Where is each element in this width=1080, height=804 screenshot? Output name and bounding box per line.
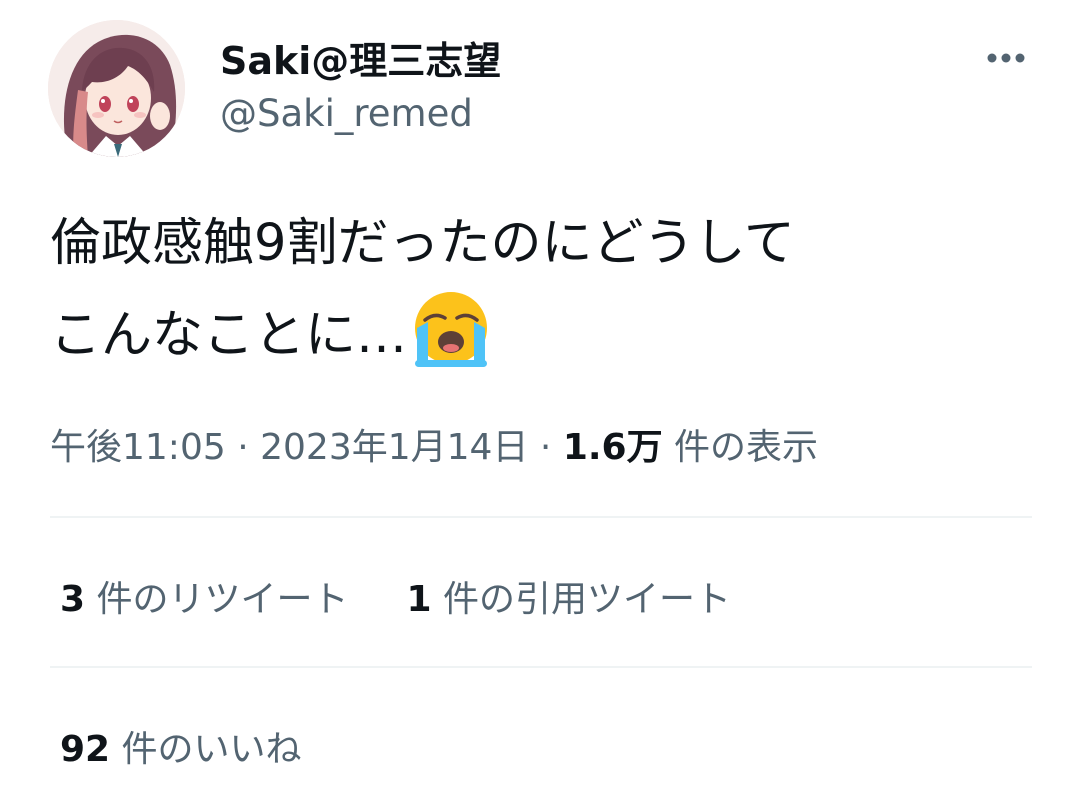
tweet-meta: 午後11:05 · 2023年1月14日 · 1.6万 件の表示 (50, 418, 818, 470)
likes-row: 92 件のいいね (60, 720, 302, 772)
user-handle[interactable]: @Saki_remed (220, 92, 473, 135)
loudly-crying-face-icon (415, 292, 488, 367)
tweet-text-line-2-text: こんなことに… (50, 306, 408, 365)
views-label: 件の表示 (662, 427, 819, 468)
retweets-count: 3 (60, 579, 86, 620)
quote-tweets-link[interactable]: 1 件の引用ツイート (407, 570, 732, 622)
divider (50, 516, 1032, 518)
more-options-button[interactable] (980, 40, 1036, 76)
meta-separator: · (237, 427, 249, 468)
retweets-link[interactable]: 3 件のリツイート (60, 570, 349, 622)
avatar-illustration (48, 20, 185, 157)
display-name[interactable]: Saki@理三志望 (220, 30, 501, 85)
tweet-text-line-1: 倫政感触9割だったのにどうして (50, 214, 795, 273)
likes-count: 92 (60, 729, 111, 770)
retweets-label: 件のリツイート (85, 579, 349, 620)
views-count: 1.6万 (562, 427, 663, 468)
divider (50, 666, 1032, 668)
tweet-text-line-2: こんなことに… (50, 288, 1040, 380)
tweet-time[interactable]: 午後11:05 (50, 427, 226, 468)
avatar[interactable] (48, 20, 185, 157)
more-dots-icon (987, 53, 1025, 63)
quote-tweets-label: 件の引用ツイート (431, 579, 732, 620)
likes-label: 件のいいね (110, 729, 302, 770)
meta-separator: · (539, 427, 552, 468)
tweet-date[interactable]: 2023年1月14日 (260, 427, 528, 468)
engagement-row: 3 件のリツイート 1 件の引用ツイート (60, 570, 731, 622)
likes-link[interactable]: 92 件のいいね (60, 720, 302, 772)
tweet-text: 倫政感触9割だったのにどうして こんなことに… (50, 200, 1040, 380)
quote-tweets-count: 1 (406, 579, 432, 620)
